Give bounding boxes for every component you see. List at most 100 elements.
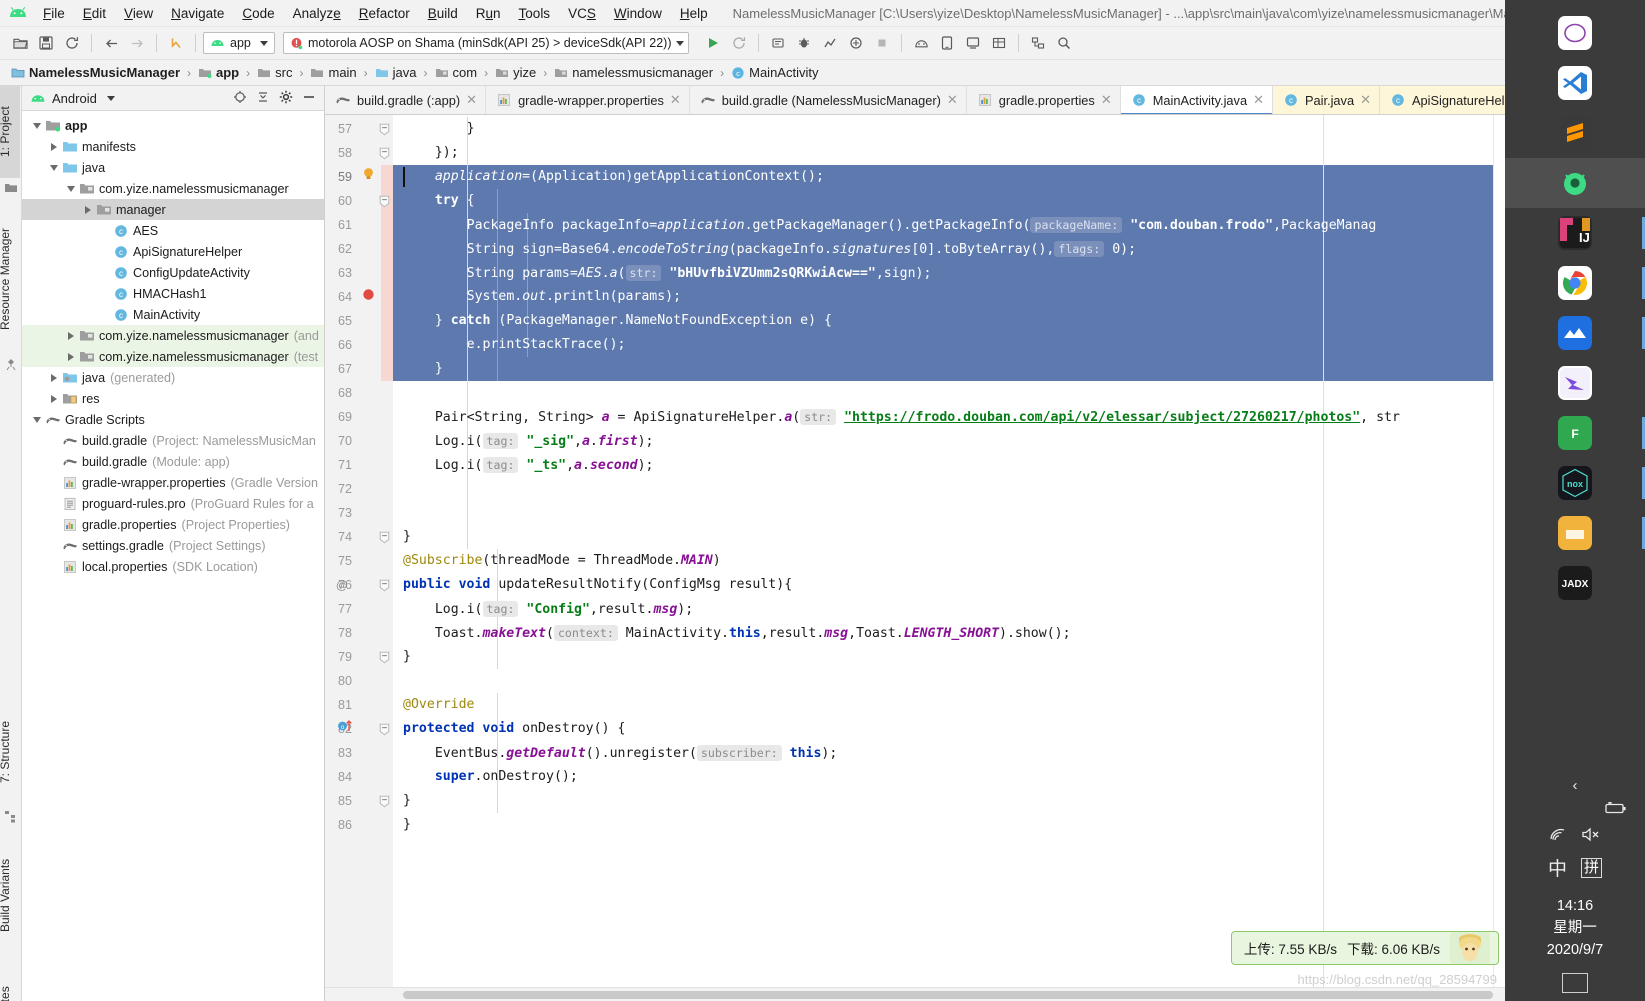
line-number[interactable]: 66 <box>325 333 352 357</box>
line-number[interactable]: 80 <box>325 669 352 693</box>
resource-tree-icon[interactable] <box>4 358 18 372</box>
taskbar-item[interactable] <box>1505 58 1645 108</box>
line-number[interactable]: 84 <box>325 765 352 789</box>
taskbar-item[interactable] <box>1505 258 1645 308</box>
editor-tab[interactable]: build.gradle (:app) ✕ <box>325 86 487 114</box>
code-line[interactable]: } <box>393 357 1505 381</box>
bird-app-icon[interactable] <box>1558 366 1592 400</box>
editor-tab[interactable]: gradle.properties ✕ <box>967 86 1121 114</box>
close-icon[interactable]: ✕ <box>947 92 958 108</box>
code-line[interactable]: String sign=Base64.encodeToString(packag… <box>393 237 1505 261</box>
line-number[interactable]: 72 <box>325 477 352 501</box>
line-number[interactable]: 64 <box>325 285 352 309</box>
line-number[interactable]: 85 <box>325 789 352 813</box>
open-project-icon[interactable] <box>8 31 32 55</box>
menu-vcs[interactable]: VCS <box>559 3 605 24</box>
tree-row[interactable]: local.properties (SDK Location) <box>22 556 324 577</box>
tray-expand-row[interactable]: ‹ <box>1505 777 1645 794</box>
code-fold-handle[interactable] <box>377 789 391 813</box>
breadcrumb-item-com[interactable]: com <box>432 64 481 81</box>
tree-row[interactable]: res <box>22 388 324 409</box>
chevron-down-icon-3[interactable] <box>106 95 115 101</box>
tree-toggle-down-icon[interactable] <box>47 164 61 171</box>
menu-help[interactable]: Help <box>671 3 717 24</box>
tree-row[interactable]: c MainActivity <box>22 304 324 325</box>
tree-row[interactable]: build.gradle (Project: NamelessMusicMan <box>22 430 324 451</box>
tree-row[interactable]: app <box>22 115 324 136</box>
taskbar-item[interactable] <box>1505 358 1645 408</box>
scrollbar-thumb[interactable] <box>403 991 1493 999</box>
code-line[interactable]: } catch (PackageManager.NameNotFoundExce… <box>393 309 1505 333</box>
save-all-icon[interactable] <box>34 31 58 55</box>
wifi-icon[interactable] <box>1549 828 1567 846</box>
intellij-idea-icon[interactable]: IJ <box>1558 216 1592 250</box>
code-line[interactable]: Log.i(tag: "_sig",a.first); <box>393 429 1505 453</box>
taskbar-dock[interactable]: IJ Fnox JADX <box>1505 0 1645 608</box>
line-number[interactable]: 79 <box>325 645 352 669</box>
code-fold-handle[interactable] <box>377 117 391 141</box>
line-number[interactable]: 81 <box>325 693 352 717</box>
code-line[interactable]: System.out.println(params); <box>393 285 1505 309</box>
tree-row[interactable]: java <box>22 157 324 178</box>
project-tree[interactable]: app manifests java com.yize.namelessmusicma… <box>22 111 324 1001</box>
code-line[interactable]: EventBus.getDefault().unregister(subscri… <box>393 741 1505 765</box>
code-text-area[interactable]: } }); application=(Application)getApplic… <box>393 115 1505 1001</box>
code-line[interactable]: protected void onDestroy() { <box>393 717 1505 741</box>
forward-icon[interactable] <box>125 31 149 55</box>
tree-row[interactable]: c HMACHash1 <box>22 283 324 304</box>
menu-tools[interactable]: Tools <box>510 3 560 24</box>
line-number[interactable]: 71 <box>325 453 352 477</box>
hide-panel-icon[interactable] <box>302 90 316 107</box>
line-number[interactable]: 74 <box>325 525 352 549</box>
tree-row[interactable]: c ConfigUpdateActivity <box>22 262 324 283</box>
line-number[interactable]: 62 <box>325 237 352 261</box>
menu-navigate[interactable]: Navigate <box>162 3 233 24</box>
jadx-icon[interactable]: JADX <box>1558 566 1592 600</box>
mountain-app-icon[interactable] <box>1558 316 1592 350</box>
tray-network-row[interactable] <box>1505 827 1645 846</box>
breadcrumb-item-class[interactable]: c MainActivity <box>728 64 821 81</box>
line-number[interactable]: 60 <box>325 189 352 213</box>
menu-edit[interactable]: Edit <box>74 3 115 24</box>
locate-file-icon[interactable] <box>233 90 247 107</box>
editor-tab[interactable]: c Pair.java ✕ <box>1272 86 1380 114</box>
intention-bulb-icon[interactable] <box>361 165 375 189</box>
tree-row[interactable]: java (generated) <box>22 367 324 388</box>
structure-icon[interactable] <box>4 810 18 824</box>
editor-gutter[interactable]: 57 58 59 60 61 62 63 64 65 66 67 68 69 70 71 72 73 74 75 76… <box>325 115 393 1001</box>
code-fold-handle[interactable] <box>377 189 391 213</box>
code-line[interactable]: Pair<String, String> a = ApiSignatureHel… <box>393 405 1505 429</box>
tool-tab-project[interactable]: 1: Project <box>0 86 20 178</box>
back-icon[interactable] <box>99 31 123 55</box>
code-line[interactable]: } <box>393 813 1505 837</box>
tree-row[interactable]: gradle.properties (Project Properties) <box>22 514 324 535</box>
code-line[interactable]: e.printStackTrace(); <box>393 333 1505 357</box>
stop-icon[interactable] <box>870 31 894 55</box>
sdk-manager-icon[interactable] <box>909 31 933 55</box>
tree-toggle-down-icon[interactable] <box>64 185 78 192</box>
line-number[interactable]: 86 <box>325 813 352 837</box>
tool-tab-favorites[interactable]: 2: Favorites <box>0 962 20 1001</box>
tree-row[interactable]: com.yize.namelessmusicmanager (and <box>22 325 324 346</box>
taskbar-item[interactable]: F <box>1505 408 1645 458</box>
close-icon[interactable]: ✕ <box>1101 92 1112 108</box>
line-number[interactable]: 69 <box>325 405 352 429</box>
project-view-selector-label[interactable]: Android <box>52 91 97 106</box>
chrome-icon[interactable] <box>1558 266 1592 300</box>
line-number[interactable]: 78 <box>325 621 352 645</box>
menu-code[interactable]: Code <box>233 3 283 24</box>
sublime-text-icon[interactable] <box>1558 116 1592 150</box>
line-number[interactable]: 59 <box>325 165 352 189</box>
code-fold-handle[interactable] <box>377 525 391 549</box>
last-edit-location-icon[interactable] <box>164 31 188 55</box>
f-diamond-icon[interactable]: F <box>1558 416 1592 450</box>
code-fold-handle[interactable] <box>377 645 391 669</box>
line-number[interactable]: 70 <box>325 429 352 453</box>
line-number[interactable]: 75 <box>325 549 352 573</box>
tree-toggle-right-icon[interactable] <box>47 394 61 403</box>
device-selector[interactable]: motorola AOSP on Shama (minSdk(API 25) >… <box>283 32 690 54</box>
code-line[interactable] <box>393 477 1505 501</box>
tree-row[interactable]: settings.gradle (Project Settings) <box>22 535 324 556</box>
line-number[interactable]: 67 <box>325 357 352 381</box>
module-selector[interactable]: app <box>203 32 275 54</box>
